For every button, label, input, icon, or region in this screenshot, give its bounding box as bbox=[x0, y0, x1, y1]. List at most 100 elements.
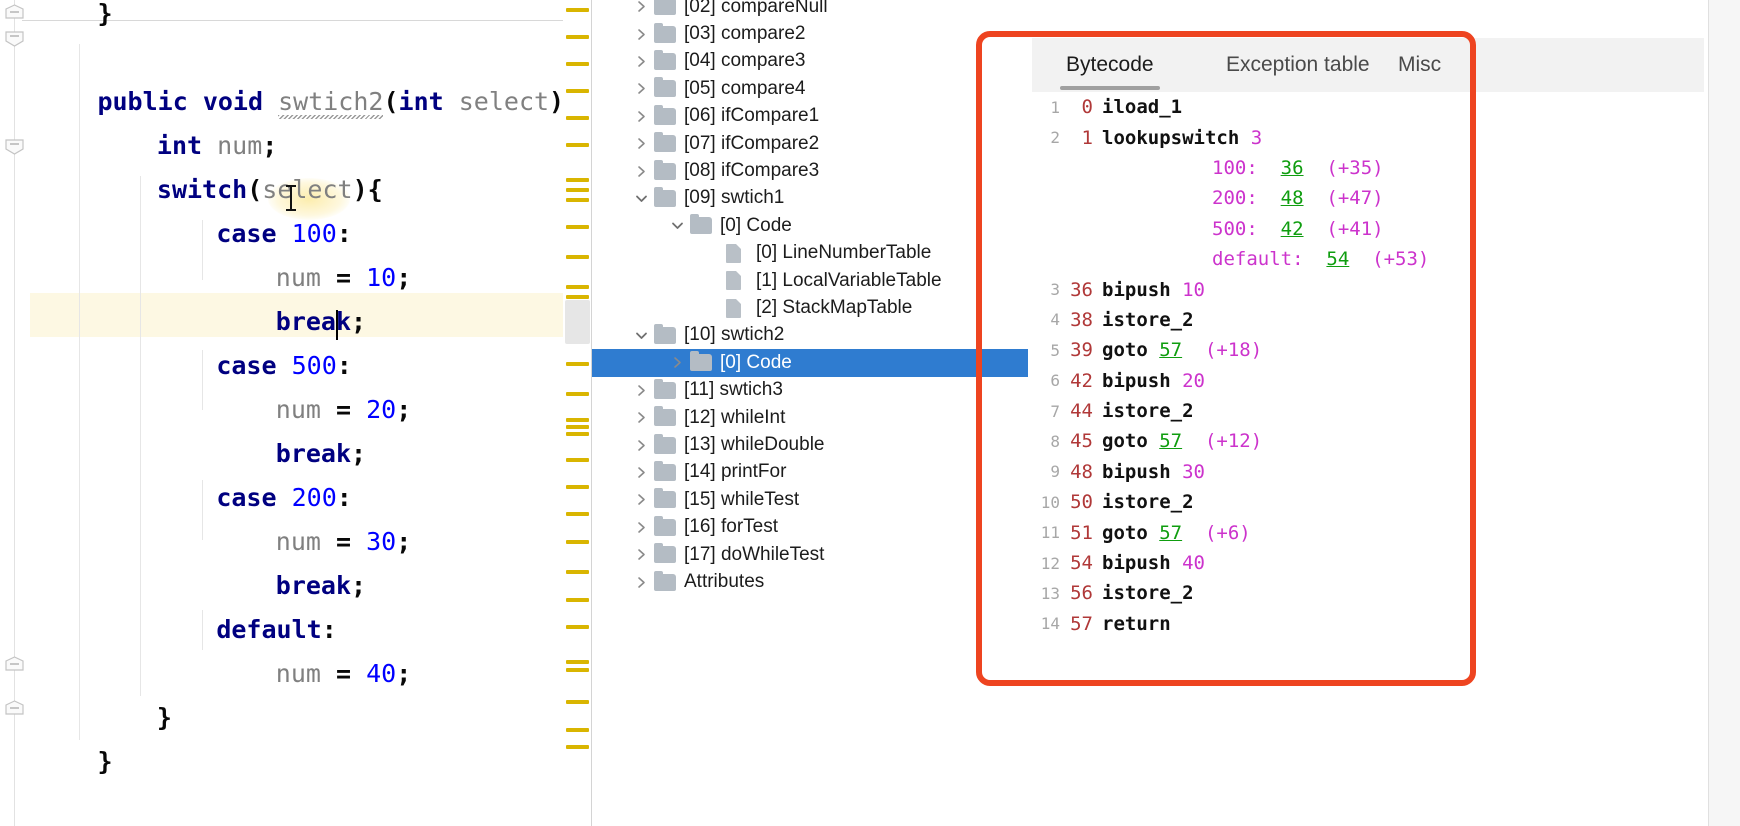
marker-tick[interactable] bbox=[566, 418, 589, 422]
code-line[interactable]: } bbox=[0, 696, 592, 740]
marker-tick[interactable] bbox=[566, 143, 589, 147]
tree-item-11-swtich3[interactable]: [11] swtich3 bbox=[592, 377, 1028, 404]
bytecode-line[interactable]: 500: 42 (+41) bbox=[1032, 214, 1704, 244]
tree-item-13-whiledouble[interactable]: [13] whileDouble bbox=[592, 431, 1028, 458]
bytecode-line[interactable]: 5 39 goto 57 (+18) bbox=[1032, 335, 1704, 365]
marker-tick[interactable] bbox=[566, 540, 589, 544]
bytecode-line[interactable]: 6 42 bipush 20 bbox=[1032, 366, 1704, 396]
marker-tick[interactable] bbox=[566, 188, 589, 192]
right-tool-strip[interactable] bbox=[1708, 0, 1740, 826]
tree-item-04-compare3[interactable]: [04] compare3 bbox=[592, 48, 1028, 75]
code-line[interactable]: num = 10; bbox=[0, 256, 592, 300]
bytecode-line[interactable]: 7 44 istore_2 bbox=[1032, 396, 1704, 426]
bytecode-listing[interactable]: 1 0 iload_1 2 1 lookupswitch 3 100: 36 (+35) 20… bbox=[1032, 92, 1704, 692]
marker-tick[interactable] bbox=[566, 295, 589, 299]
code-line[interactable]: case 200: bbox=[0, 476, 592, 520]
marker-tick[interactable] bbox=[566, 198, 589, 202]
bytecode-line[interactable]: 8 45 goto 57 (+12) bbox=[1032, 426, 1704, 456]
code-line[interactable]: case 100: bbox=[0, 212, 592, 256]
bytecode-line[interactable]: 3 36 bipush 10 bbox=[1032, 274, 1704, 304]
tree-item-09-swtich1[interactable]: [09] swtich1 bbox=[592, 185, 1028, 212]
code-line[interactable]: default: bbox=[0, 608, 592, 652]
tree-item-10-swtich2[interactable]: [10] swtich2 bbox=[592, 322, 1028, 349]
tab-misc[interactable]: Misc bbox=[1392, 38, 1447, 92]
code-line[interactable]: break; bbox=[0, 564, 592, 608]
tree-item-16-fortest[interactable]: [16] forTest bbox=[592, 514, 1028, 541]
code-line[interactable]: num = 30; bbox=[0, 520, 592, 564]
marker-tick[interactable] bbox=[566, 362, 589, 366]
tree-item-07-ifcompare2[interactable]: [07] ifCompare2 bbox=[592, 130, 1028, 157]
marker-tick[interactable] bbox=[566, 392, 589, 396]
code-line[interactable]: switch(select){ bbox=[0, 168, 592, 212]
marker-tick[interactable] bbox=[566, 425, 589, 429]
chevron-right-icon[interactable] bbox=[628, 82, 654, 95]
tree-item-0-code[interactable]: [0] Code bbox=[592, 212, 1028, 239]
bytecode-line[interactable]: 13 56 istore_2 bbox=[1032, 578, 1704, 608]
bytecode-line[interactable]: 2 1 lookupswitch 3 bbox=[1032, 122, 1704, 152]
marker-tick[interactable] bbox=[566, 458, 589, 462]
marker-tick[interactable] bbox=[566, 62, 589, 66]
chevron-down-icon[interactable] bbox=[664, 219, 690, 232]
scrollbar-thumb[interactable] bbox=[565, 300, 590, 344]
marker-tick[interactable] bbox=[566, 116, 589, 120]
tree-item-15-whiletest[interactable]: [15] whileTest bbox=[592, 486, 1028, 513]
tree-item-02-comparenull[interactable]: [02] compareNull bbox=[592, 0, 1028, 20]
bytecode-target-link[interactable]: 57 bbox=[1159, 522, 1182, 544]
marker-tick[interactable] bbox=[566, 700, 589, 704]
marker-tick[interactable] bbox=[566, 432, 589, 436]
tree-item-05-compare4[interactable]: [05] compare4 bbox=[592, 75, 1028, 102]
bytecode-line[interactable]: default: 54 (+53) bbox=[1032, 244, 1704, 274]
marker-tick[interactable] bbox=[566, 512, 589, 516]
tab-bytecode[interactable]: Bytecode bbox=[1060, 38, 1160, 92]
class-structure-tree[interactable]: [02] compareNull [03] compare2 [04] compar… bbox=[592, 0, 1028, 826]
code-line[interactable]: } bbox=[0, 0, 592, 36]
chevron-right-icon[interactable] bbox=[628, 466, 654, 479]
bytecode-tab-bar[interactable]: Bytecode Exception table Misc bbox=[1032, 38, 1704, 92]
bytecode-line[interactable]: 200: 48 (+47) bbox=[1032, 183, 1704, 213]
bytecode-line[interactable]: 100: 36 (+35) bbox=[1032, 153, 1704, 183]
tab-exception-table[interactable]: Exception table bbox=[1220, 38, 1376, 92]
marker-tick[interactable] bbox=[566, 225, 589, 229]
bytecode-target-link[interactable]: 36 bbox=[1281, 157, 1304, 179]
code-line[interactable]: break; bbox=[0, 300, 592, 344]
tree-item-1-localvariabletable[interactable]: [1] LocalVariableTable bbox=[592, 267, 1028, 294]
code-line[interactable]: } bbox=[0, 740, 592, 784]
marker-tick[interactable] bbox=[566, 745, 589, 749]
chevron-right-icon[interactable] bbox=[628, 137, 654, 150]
tree-item-2-stackmaptable[interactable]: [2] StackMapTable bbox=[592, 294, 1028, 321]
chevron-right-icon[interactable] bbox=[664, 356, 690, 369]
chevron-right-icon[interactable] bbox=[628, 0, 654, 13]
tree-item-03-compare2[interactable]: [03] compare2 bbox=[592, 20, 1028, 47]
bytecode-line[interactable]: 4 38 istore_2 bbox=[1032, 305, 1704, 335]
marker-tick[interactable] bbox=[566, 178, 589, 182]
marker-tick[interactable] bbox=[566, 625, 589, 629]
bytecode-target-link[interactable]: 57 bbox=[1159, 430, 1182, 452]
bytecode-target-link[interactable]: 54 bbox=[1326, 248, 1349, 270]
chevron-right-icon[interactable] bbox=[628, 576, 654, 589]
code-line[interactable]: num = 20; bbox=[0, 388, 592, 432]
bytecode-line[interactable]: 10 50 istore_2 bbox=[1032, 487, 1704, 517]
tree-item-12-whileint[interactable]: [12] whileInt bbox=[592, 404, 1028, 431]
chevron-right-icon[interactable] bbox=[628, 548, 654, 561]
code-line[interactable]: break; bbox=[0, 432, 592, 476]
tree-item-0-linenumbertable[interactable]: [0] LineNumberTable bbox=[592, 240, 1028, 267]
tree-item-14-printfor[interactable]: [14] printFor bbox=[592, 459, 1028, 486]
bytecode-line[interactable]: 12 54 bipush 40 bbox=[1032, 548, 1704, 578]
marker-tick[interactable] bbox=[566, 668, 589, 672]
code-line[interactable]: case 500: bbox=[0, 344, 592, 388]
bytecode-target-link[interactable]: 48 bbox=[1281, 187, 1304, 209]
code-line[interactable]: public void swtich2(int select){ bbox=[0, 80, 592, 124]
bytecode-line[interactable]: 1 0 iload_1 bbox=[1032, 92, 1704, 122]
chevron-right-icon[interactable] bbox=[628, 521, 654, 534]
marker-tick[interactable] bbox=[566, 89, 589, 93]
tree-item-08-ifcompare3[interactable]: [08] ifCompare3 bbox=[592, 157, 1028, 184]
code-line[interactable] bbox=[0, 36, 592, 80]
chevron-right-icon[interactable] bbox=[628, 384, 654, 397]
chevron-down-icon[interactable] bbox=[628, 329, 654, 342]
source-code-text[interactable]: }public void swtich2(int select){int num… bbox=[0, 0, 592, 826]
chevron-right-icon[interactable] bbox=[628, 439, 654, 452]
marker-tick[interactable] bbox=[566, 35, 589, 39]
chevron-down-icon[interactable] bbox=[628, 192, 654, 205]
marker-tick[interactable] bbox=[566, 285, 589, 289]
tree-item-0-code[interactable]: [0] Code bbox=[592, 349, 1028, 377]
